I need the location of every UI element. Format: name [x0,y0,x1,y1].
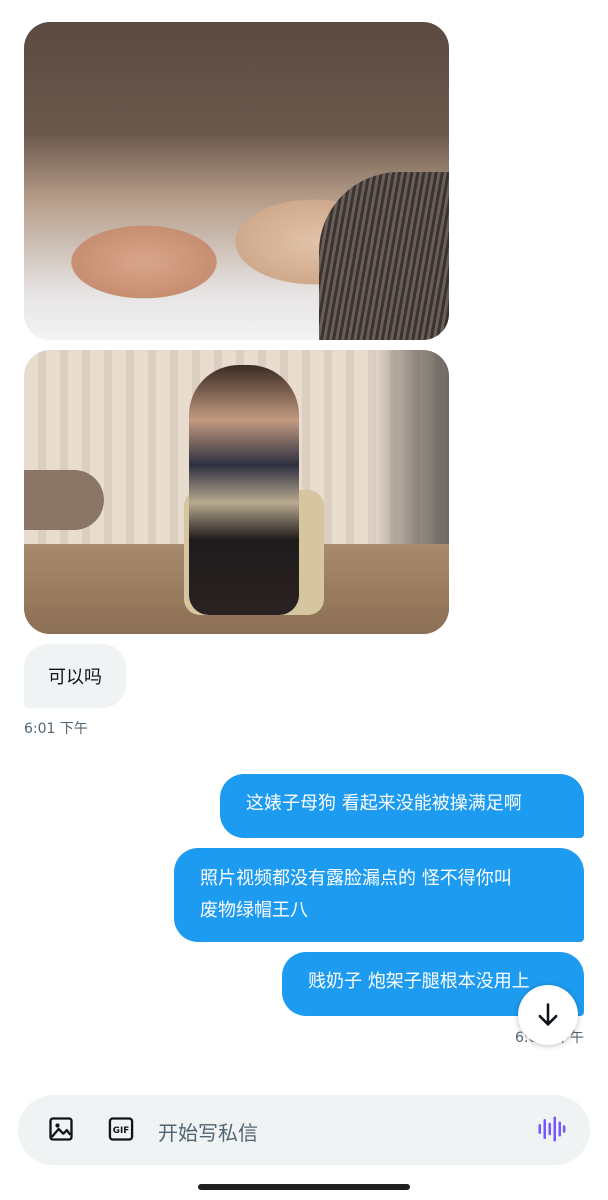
scroll-to-bottom-button[interactable] [518,985,578,1045]
photo-detail [189,365,299,615]
message-text: 可以吗 [48,667,102,688]
voice-wave-icon [538,1116,566,1142]
message-timestamp: 6:01 下午 [24,721,88,737]
incoming-message[interactable]: 可以吗 [24,644,126,708]
outgoing-message[interactable]: 这婊子母狗 看起来没能被操满足啊 [220,774,584,838]
message-text-line: 废物绿帽王八 [200,900,308,921]
message-composer: GIF 开始写私信 [18,1095,590,1165]
outgoing-message[interactable]: 照片视频都没有露脸漏点的 怪不得你叫 废物绿帽王八 [174,848,584,942]
add-photo-button[interactable] [46,1114,76,1144]
message-photo[interactable] [24,22,449,340]
message-text: 贱奶子 炮架子腿根本没用上 [308,971,530,992]
svg-text:GIF: GIF [113,1126,129,1136]
add-gif-button[interactable]: GIF [106,1114,136,1144]
photo-detail [24,470,104,530]
image-icon [49,1117,73,1141]
message-text-line: 照片视频都没有露脸漏点的 怪不得你叫 [200,868,512,889]
voice-message-button[interactable] [536,1114,566,1144]
message-text: 这婊子母狗 看起来没能被操满足啊 [246,793,522,814]
message-photo[interactable] [24,350,449,634]
message-input[interactable]: 开始写私信 [158,1117,258,1146]
photo-detail [319,172,449,340]
home-indicator [198,1184,410,1190]
arrow-down-icon [538,1003,558,1026]
gif-icon: GIF [108,1117,134,1141]
